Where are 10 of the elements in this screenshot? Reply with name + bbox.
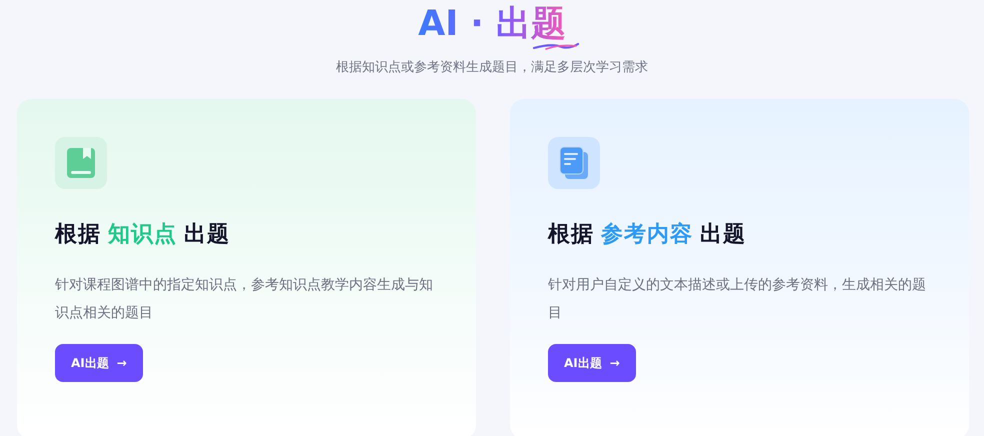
ai-generate-button[interactable]: AI出题 → [55, 344, 143, 382]
card-title: 根据 参考内容 出题 [548, 220, 747, 249]
card-title: 根据 知识点 出题 [55, 221, 231, 249]
document-icon [558, 146, 590, 180]
card-description: 针对课程图谱中的指定知识点，参考知识点教学内容生成与知识点相关的题目 [55, 276, 434, 323]
card-description: 针对用户自定义的文本描述或上传的参考资料，生成相关的题目 [548, 276, 927, 323]
page-subtitle: 根据知识点或参考资料生成题目，满足多层次学习需求 [336, 59, 648, 76]
book-icon [66, 146, 96, 180]
ai-generate-button[interactable]: AI出题 → [548, 344, 636, 382]
swoosh-icon [532, 40, 580, 50]
